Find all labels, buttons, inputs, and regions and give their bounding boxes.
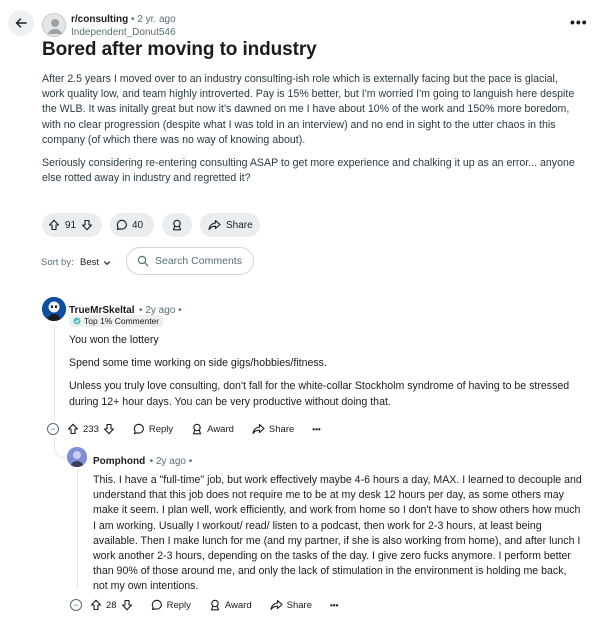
post-title: Bored after moving to industry bbox=[42, 39, 317, 60]
share-label: Share bbox=[286, 599, 312, 611]
comment-overflow-menu[interactable]: ••• bbox=[324, 595, 344, 615]
upvote-icon[interactable] bbox=[48, 219, 60, 231]
comment-header: Pomphond • 2y ago • bbox=[93, 451, 192, 469]
comment-vote-count: 28 bbox=[106, 599, 117, 611]
thread-line[interactable] bbox=[77, 469, 78, 587]
flair-icon bbox=[73, 317, 81, 325]
reply-button[interactable]: Reply bbox=[145, 595, 197, 615]
comment-body: You won the lottery Spend some time work… bbox=[69, 333, 579, 418]
downvote-icon[interactable] bbox=[103, 423, 115, 435]
comments-button[interactable]: 40 bbox=[110, 213, 154, 237]
collapse-thread-button[interactable]: − bbox=[47, 423, 59, 435]
comment-overflow-menu[interactable]: ••• bbox=[306, 419, 326, 439]
subreddit-meta: r/consulting • 2 yr. ago bbox=[71, 14, 176, 25]
meta-separator: • bbox=[131, 14, 135, 25]
share-icon bbox=[252, 423, 265, 435]
flair-text: Top 1% Commenter bbox=[84, 316, 160, 326]
award-button[interactable]: Award bbox=[185, 419, 240, 439]
downvote-icon[interactable] bbox=[81, 219, 93, 231]
share-label: Share bbox=[268, 423, 295, 435]
share-label: Share bbox=[226, 219, 253, 231]
post-author[interactable]: Independent_Donut546 bbox=[71, 27, 176, 38]
search-comments-input[interactable]: Search Comments bbox=[126, 247, 254, 275]
post-vote-count: 91 bbox=[65, 219, 77, 231]
thread-line[interactable] bbox=[54, 324, 55, 420]
post-age: 2 yr. ago bbox=[137, 14, 176, 25]
post-paragraph: After 2.5 years I moved over to an indus… bbox=[42, 73, 575, 146]
comment-author[interactable]: Pomphond bbox=[93, 456, 145, 467]
downvote-icon[interactable] bbox=[121, 599, 133, 611]
search-icon bbox=[137, 255, 149, 267]
comment-body: This. I have a "full-time" job, but work… bbox=[93, 473, 583, 595]
back-button[interactable] bbox=[8, 10, 34, 36]
chevron-down-icon bbox=[103, 259, 111, 267]
share-icon bbox=[208, 219, 221, 231]
comment-paragraph: Spend some time working on side gigs/hob… bbox=[69, 357, 327, 370]
avatar[interactable] bbox=[67, 447, 87, 467]
comment-actions: − 28 Reply Award Share ••• bbox=[70, 595, 344, 615]
subreddit-avatar[interactable] bbox=[42, 13, 66, 37]
comment-age: • 2y ago • bbox=[149, 456, 193, 467]
thread-connector bbox=[54, 440, 66, 458]
comment-vote: 28 bbox=[88, 595, 139, 615]
post-body: After 2.5 years I moved over to an indus… bbox=[42, 72, 582, 194]
user-flair: Top 1% Commenter bbox=[69, 315, 164, 327]
reply-button[interactable]: Reply bbox=[127, 419, 179, 439]
comment-bubble-icon bbox=[116, 219, 128, 231]
comment-bubble-icon bbox=[151, 599, 163, 611]
award-button[interactable] bbox=[162, 213, 192, 237]
comment-bubble-icon bbox=[133, 423, 145, 435]
sort-value: Best bbox=[80, 257, 100, 268]
share-button[interactable]: Share bbox=[200, 213, 260, 237]
collapse-thread-button[interactable]: − bbox=[70, 599, 82, 611]
comment-paragraph: Unless you truly love consulting, don't … bbox=[69, 380, 570, 408]
reply-label: Reply bbox=[166, 599, 191, 611]
comment-paragraph: This. I have a "full-time" job, but work… bbox=[93, 474, 582, 593]
comment-count: 40 bbox=[132, 219, 144, 231]
avatar[interactable] bbox=[42, 297, 66, 321]
comment-vote-count: 233 bbox=[83, 423, 99, 435]
comment-vote: 233 bbox=[65, 419, 121, 439]
post-paragraph: Seriously considering re-entering consul… bbox=[42, 157, 575, 185]
share-icon bbox=[270, 599, 283, 611]
upvote-icon[interactable] bbox=[67, 423, 79, 435]
award-icon bbox=[209, 599, 221, 611]
post-vote-bar: 91 bbox=[42, 213, 102, 237]
post-overflow-menu[interactable]: ••• bbox=[570, 14, 588, 30]
award-icon bbox=[171, 219, 183, 231]
sort-dropdown[interactable]: Best bbox=[80, 257, 111, 268]
comment-paragraph: You won the lottery bbox=[69, 334, 159, 346]
comment-actions: − 233 Reply Award Share ••• bbox=[47, 419, 327, 439]
reply-label: Reply bbox=[148, 423, 174, 435]
award-icon bbox=[191, 423, 203, 435]
subreddit-name[interactable]: r/consulting bbox=[71, 14, 128, 25]
share-button[interactable]: Share bbox=[264, 595, 318, 615]
sort-label: Sort by: bbox=[41, 257, 74, 268]
award-button[interactable]: Award bbox=[203, 595, 258, 615]
arrow-left-icon bbox=[14, 16, 28, 30]
upvote-icon[interactable] bbox=[90, 599, 102, 611]
award-label: Award bbox=[207, 423, 234, 435]
share-button[interactable]: Share bbox=[246, 419, 300, 439]
award-label: Award bbox=[224, 599, 252, 611]
search-placeholder: Search Comments bbox=[155, 255, 242, 267]
